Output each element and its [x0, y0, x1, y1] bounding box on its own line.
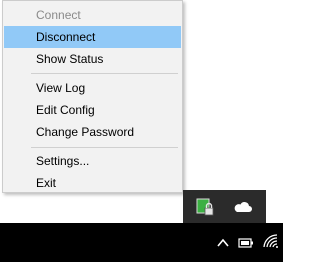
menu-separator	[31, 147, 178, 148]
tray-overflow-panel	[183, 190, 266, 223]
taskbar	[0, 223, 283, 262]
menu-item-connect: Connect	[36, 8, 81, 22]
menu-item-disconnect[interactable]: Disconnect	[4, 26, 181, 48]
menu-item-change-password[interactable]: Change Password	[4, 121, 181, 143]
wifi-icon[interactable]	[262, 234, 280, 252]
show-hidden-icons-chevron-icon[interactable]	[216, 234, 230, 252]
menu-item-edit-config[interactable]: Edit Config	[4, 99, 181, 121]
openvpn-lock-icon[interactable]	[195, 197, 215, 217]
menu-separator	[31, 73, 178, 74]
context-menu: Connect Disconnect Show Status View Log …	[2, 0, 183, 193]
onedrive-cloud-icon[interactable]	[233, 197, 253, 217]
menu-item-settings[interactable]: Settings...	[4, 150, 181, 172]
menu-item-show-status[interactable]: Show Status	[4, 48, 181, 70]
menu-item-exit[interactable]: Exit	[4, 172, 181, 194]
menu-item-view-log[interactable]: View Log	[4, 77, 181, 99]
battery-icon[interactable]	[238, 234, 254, 252]
